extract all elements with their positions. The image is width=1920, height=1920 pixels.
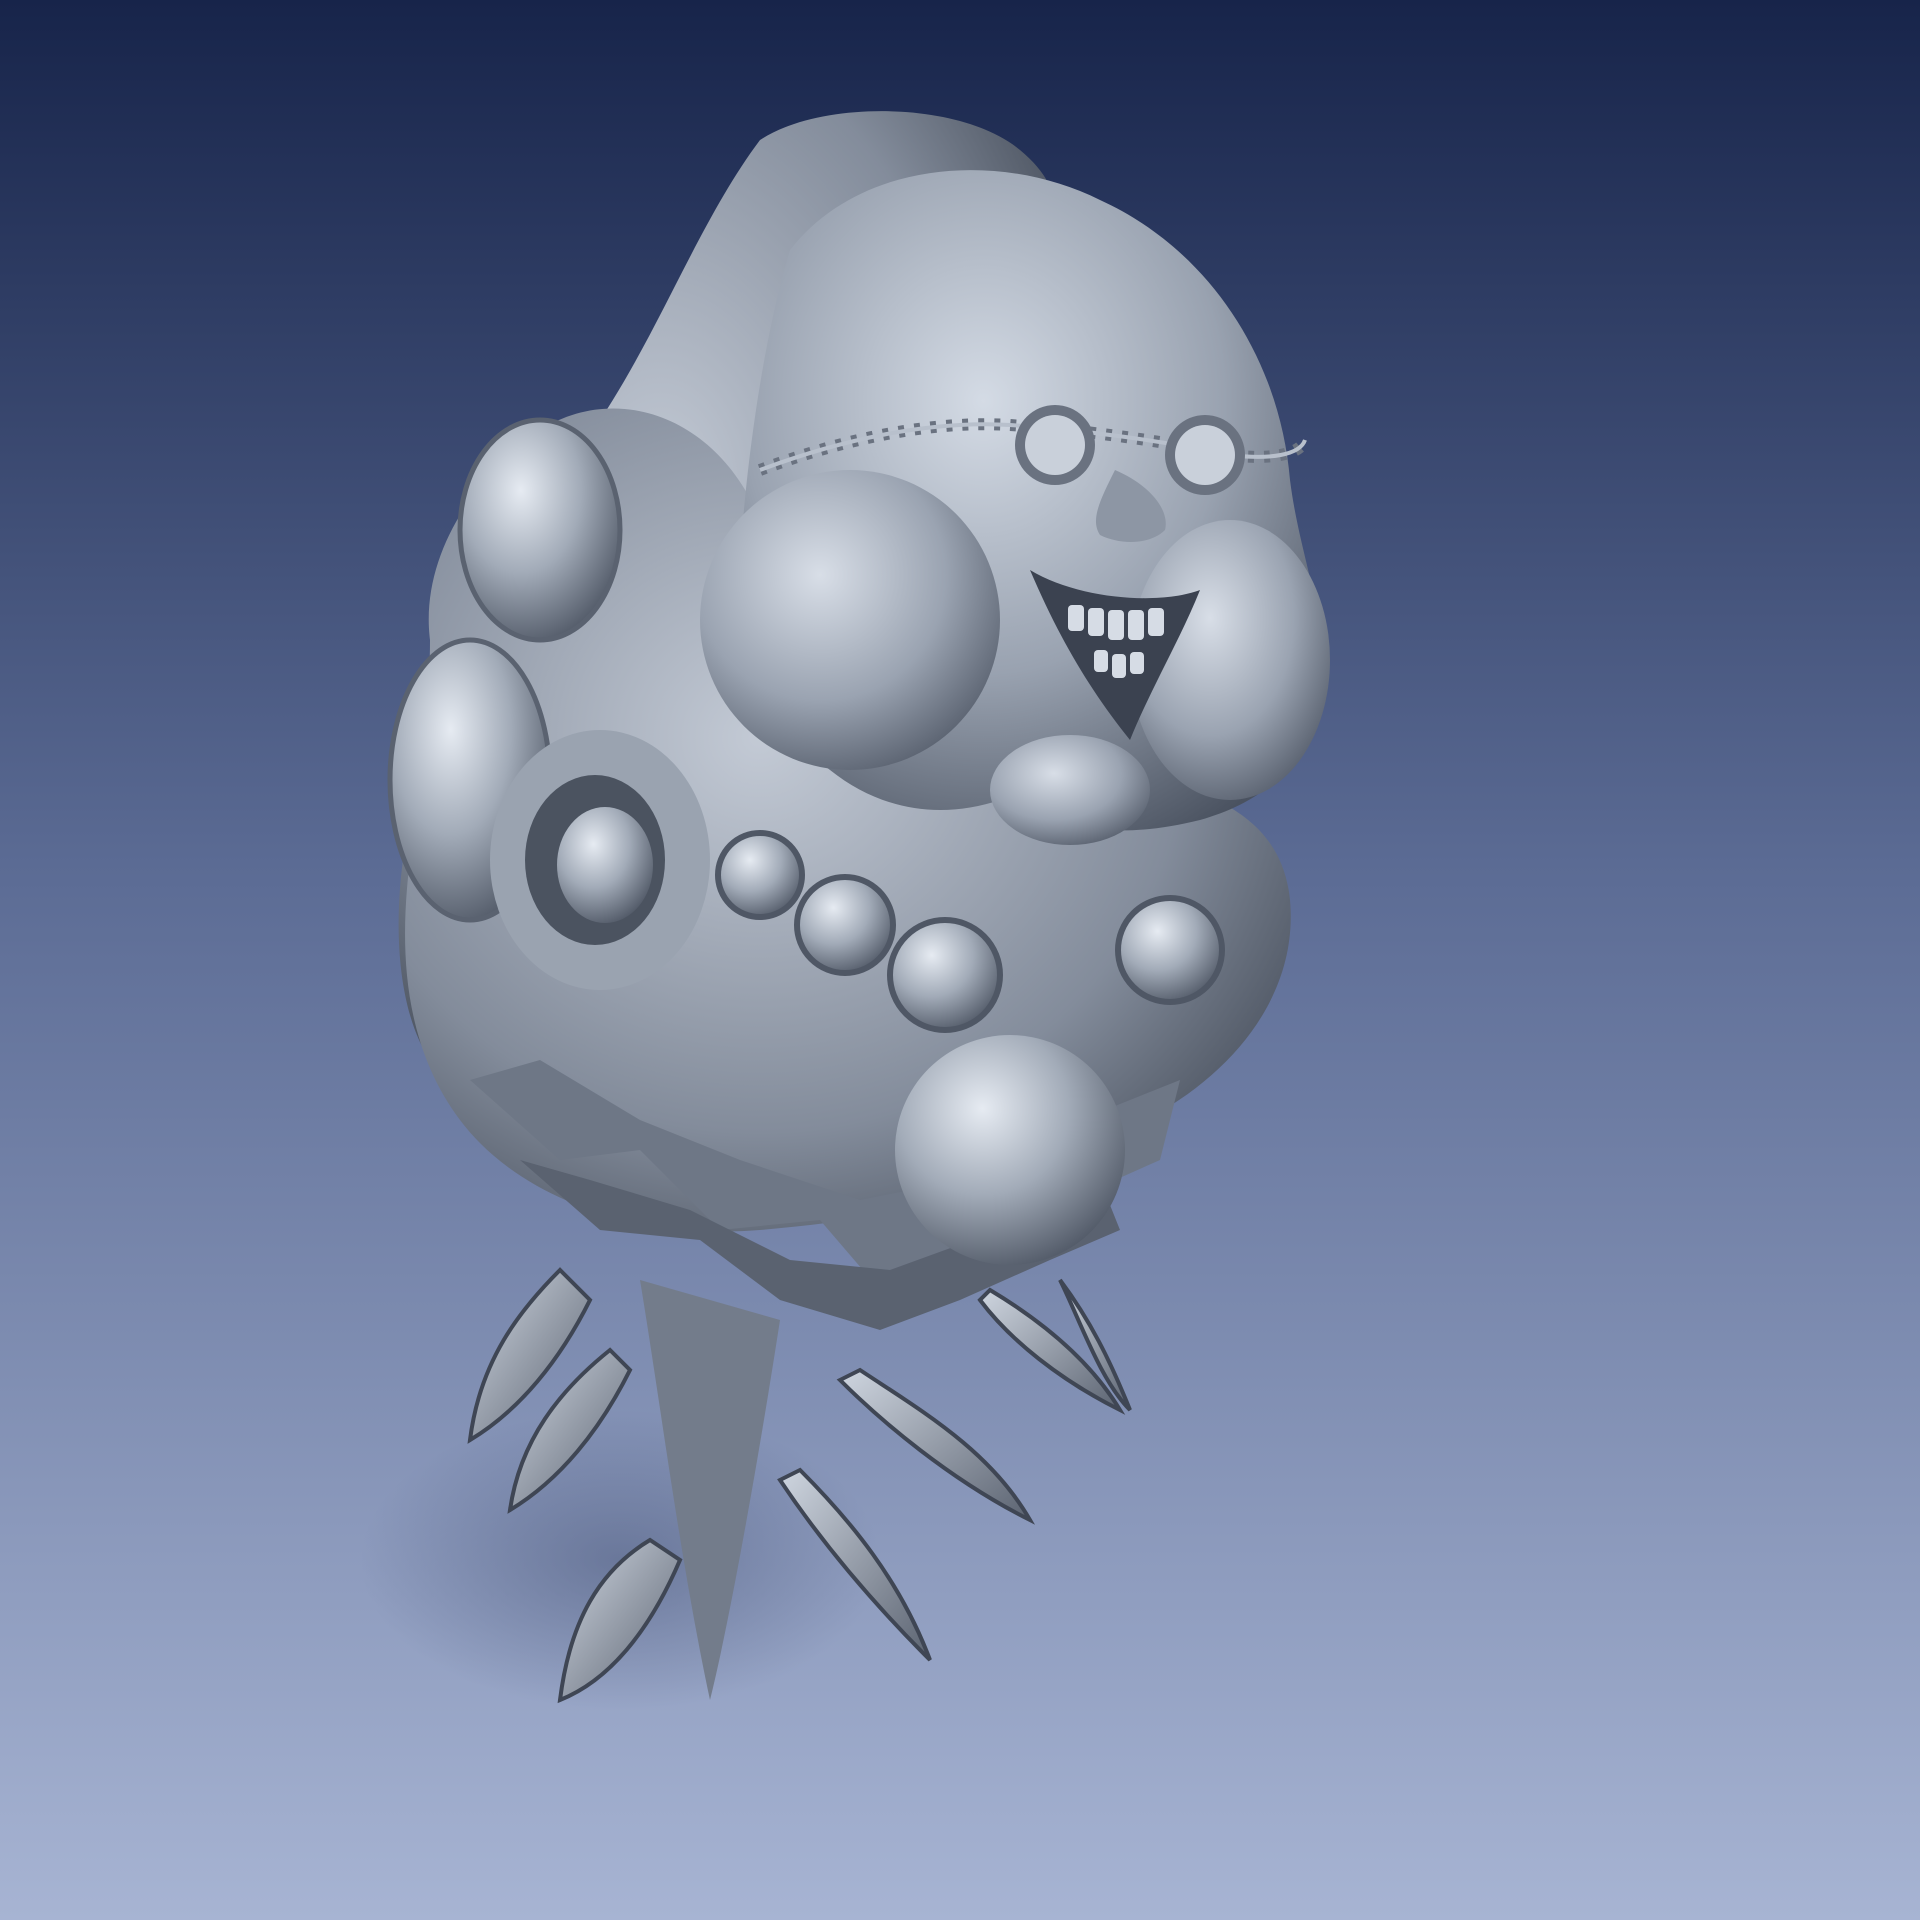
chin: [990, 735, 1150, 845]
stud: [1115, 895, 1225, 1005]
right-goggle: [1165, 415, 1245, 495]
left-socket-inner: [557, 807, 653, 923]
left-cheek: [700, 470, 1000, 770]
render-canvas: [0, 0, 1920, 1920]
stud: [715, 830, 805, 920]
belly-orb: [895, 1035, 1125, 1265]
viewport[interactable]: [0, 0, 1920, 1920]
stud: [887, 917, 1003, 1033]
ground-shadow: [360, 1410, 880, 1710]
stud: [794, 874, 896, 976]
left-goggle: [1015, 405, 1095, 485]
left-orb-upper: [457, 417, 623, 643]
